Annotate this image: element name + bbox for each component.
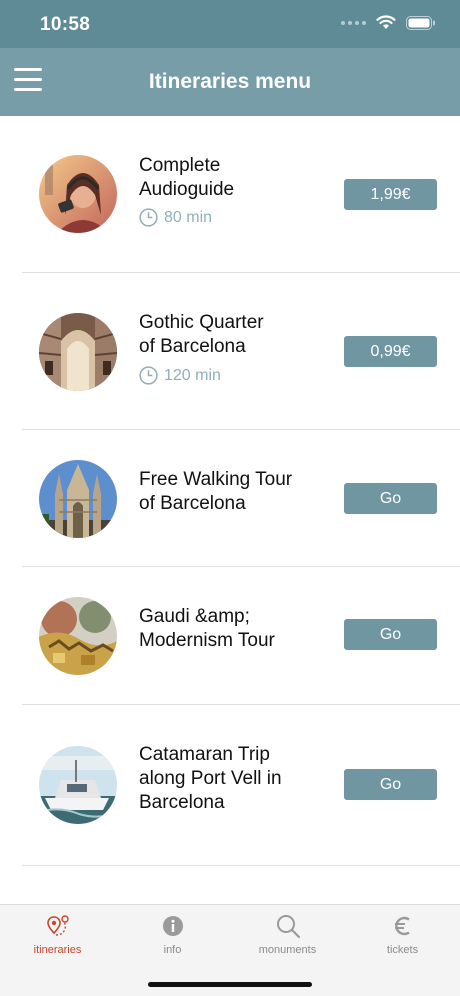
list-item[interactable]: Gothic Quarter of Barcelona 120 min 0,99… <box>22 273 460 430</box>
title-line: Gothic Quarter <box>139 312 264 333</box>
title-line: Modernism Tour <box>139 630 275 651</box>
euro-icon <box>394 916 410 936</box>
tab-info[interactable]: info <box>115 913 230 956</box>
battery-icon <box>406 15 435 30</box>
itinerary-title: Gothic Quarter of Barcelona <box>139 311 329 359</box>
map-pin-route-icon <box>46 915 69 936</box>
itinerary-title: Complete Audioguide <box>139 154 329 202</box>
title-line: Gaudi &amp; <box>139 606 250 627</box>
barcelona-cathedral-thumbnail <box>39 460 117 538</box>
title-line: Barcelona <box>139 792 225 813</box>
signal-icon <box>341 20 366 25</box>
woman-with-headphones-thumbnail <box>39 155 117 233</box>
tab-itineraries[interactable]: itineraries <box>0 913 115 956</box>
itinerary-title: Catamaran Trip along Port Vell in Barcel… <box>139 743 329 815</box>
duration: 80 min <box>139 208 212 227</box>
status-icons <box>341 15 436 30</box>
nav-bar: Itineraries menu <box>0 48 460 116</box>
home-indicator <box>148 982 312 987</box>
list-item[interactable]: Gaudi &amp; Modernism Tour Go <box>22 567 460 705</box>
duration-text: 120 min <box>164 366 221 384</box>
tab-label: monuments <box>258 944 317 956</box>
search-icon <box>276 915 300 939</box>
title-line: Audioguide <box>139 179 235 200</box>
go-button[interactable]: Go <box>344 769 437 800</box>
itineraries-list: Complete Audioguide 80 min 1,99€ Gothic … <box>0 116 460 866</box>
itinerary-title: Gaudi &amp; Modernism Tour <box>139 605 329 653</box>
itinerary-title: Free Walking Tour of Barcelona <box>139 468 329 516</box>
clock-icon <box>139 366 158 385</box>
title-line: Catamaran Trip <box>139 744 270 765</box>
info-icon <box>162 916 183 936</box>
page-title: Itineraries menu <box>148 70 312 93</box>
tab-label: info <box>163 944 182 956</box>
gothic-street-thumbnail <box>39 313 117 391</box>
tab-label: itineraries <box>33 944 82 956</box>
duration-text: 80 min <box>164 208 213 226</box>
tab-tickets[interactable]: tickets <box>345 913 460 956</box>
duration: 120 min <box>139 366 221 385</box>
list-item[interactable]: Catamaran Trip along Port Vell in Barcel… <box>22 705 460 866</box>
list-item[interactable]: Free Walking Tour of Barcelona Go <box>22 430 460 567</box>
catamaran-thumbnail <box>39 746 117 824</box>
title-line: Free Walking Tour <box>139 469 293 490</box>
list-item[interactable]: Complete Audioguide 80 min 1,99€ <box>22 116 460 273</box>
go-button[interactable]: Go <box>344 619 437 650</box>
gaudi-mosaic-thumbnail <box>39 597 117 675</box>
clock-icon <box>139 208 158 227</box>
wifi-icon <box>376 15 396 29</box>
buy-button[interactable]: 0,99€ <box>344 336 437 367</box>
status-bar: 10:58 <box>0 0 460 48</box>
go-button[interactable]: Go <box>344 483 437 514</box>
title-line: along Port Vell in <box>139 768 282 789</box>
tab-monuments[interactable]: monuments <box>230 913 345 956</box>
title-line: of Barcelona <box>139 336 246 357</box>
status-time: 10:58 <box>40 14 91 35</box>
buy-button[interactable]: 1,99€ <box>344 179 437 210</box>
tab-label: tickets <box>386 944 419 956</box>
title-line: of Barcelona <box>139 493 246 514</box>
title-line: Complete <box>139 155 221 176</box>
